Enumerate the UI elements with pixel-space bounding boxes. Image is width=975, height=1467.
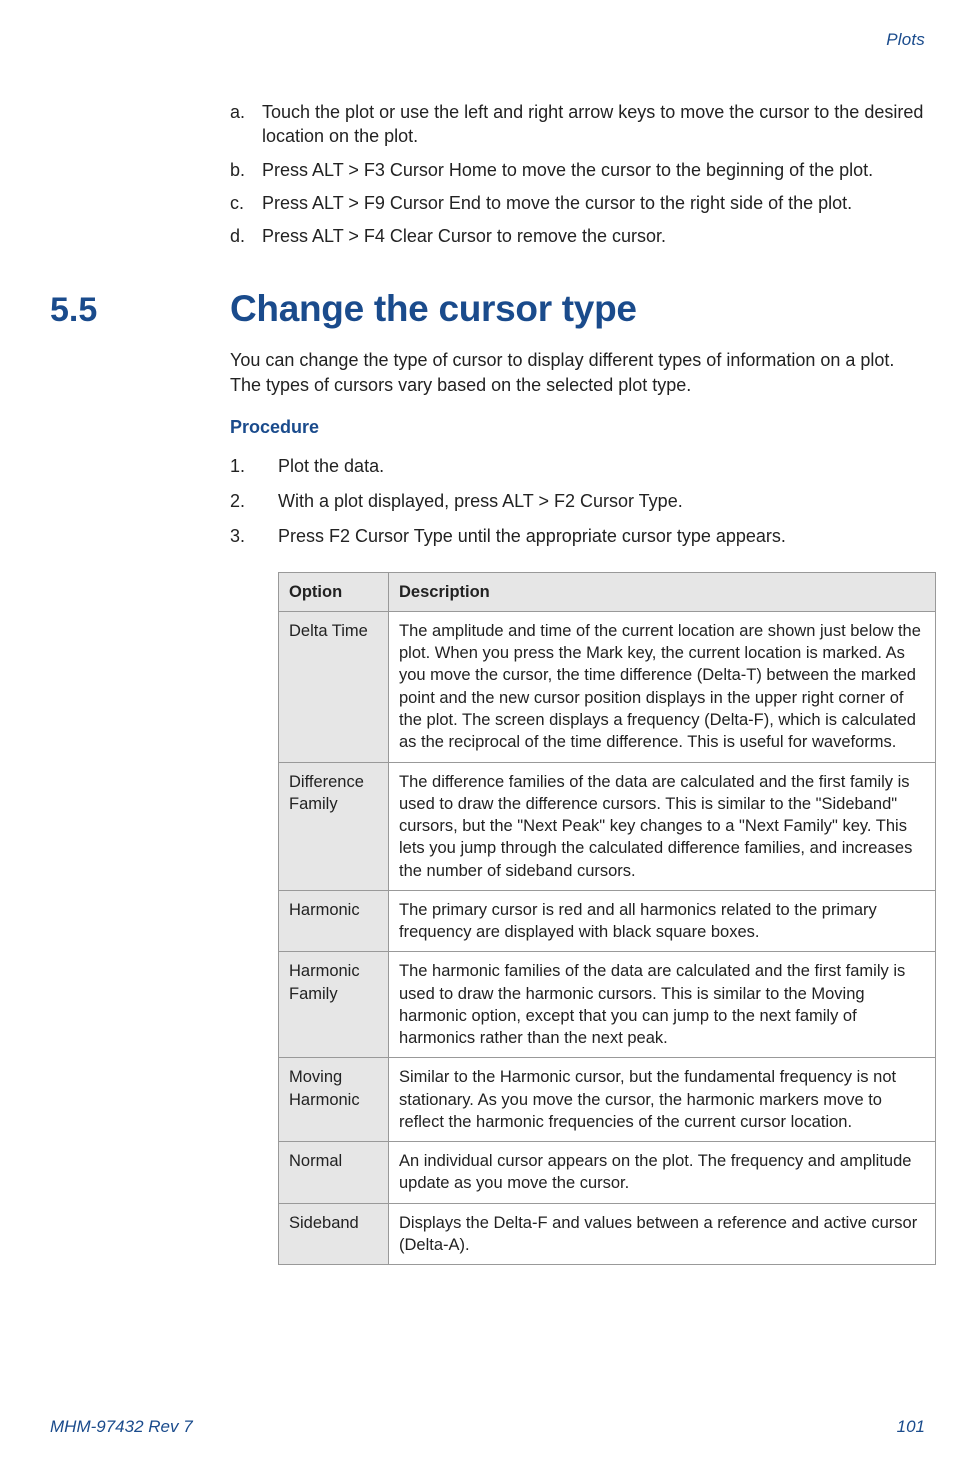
table-header-row: Option Description [279,572,936,611]
cell-description: The primary cursor is red and all harmon… [389,890,936,952]
procedure-list: 1. Plot the data. 2. With a plot display… [230,454,925,550]
procedure-step: 3. Press F2 Cursor Type until the approp… [230,524,925,549]
running-header: Plots [50,30,925,50]
text: Press ALT > [262,226,364,246]
list-marker: 2. [230,489,278,514]
cell-option: Moving Harmonic [279,1058,389,1142]
cell-description: The harmonic families of the data are ca… [389,952,936,1058]
table-row: Sideband Displays the Delta-F and values… [279,1203,936,1265]
ui-label: F3 Cursor Home [364,160,497,180]
list-marker: 3. [230,524,278,549]
procedure-step: 2. With a plot displayed, press ALT > F2… [230,489,925,514]
list-body: Press ALT > F4 Clear Cursor to remove th… [262,224,925,248]
options-table: Option Description Delta Time The amplit… [278,572,936,1266]
cell-description: An individual cursor appears on the plot… [389,1142,936,1204]
ui-label: F2 Cursor Type [554,491,678,511]
list-marker: d. [230,224,262,248]
cell-option: Normal [279,1142,389,1204]
th-description: Description [389,572,936,611]
ui-label: F9 Cursor End [364,193,481,213]
text: to remove the cursor. [492,226,666,246]
sublist-item: b. Press ALT > F3 Cursor Home to move th… [230,158,925,182]
text: Press ALT > [262,193,364,213]
ui-label: F4 Clear Cursor [364,226,492,246]
list-marker: 1. [230,454,278,479]
text: . [678,491,683,511]
alpha-sublist: a. Touch the plot or use the left and ri… [230,100,925,248]
sublist-item: c. Press ALT > F9 Cursor End to move the… [230,191,925,215]
cell-option: Delta Time [279,611,389,762]
cell-option: Sideband [279,1203,389,1265]
footer-page-number: 101 [897,1417,925,1437]
cell-description: Displays the Delta-F and values between … [389,1203,936,1265]
table-row: Harmonic The primary cursor is red and a… [279,890,936,952]
procedure-label: Procedure [230,417,925,438]
section-number: 5.5 [50,291,230,330]
table-row: Normal An individual cursor appears on t… [279,1142,936,1204]
cell-description: The difference families of the data are … [389,762,936,890]
list-marker: c. [230,191,262,215]
sublist-item: d. Press ALT > F4 Clear Cursor to remove… [230,224,925,248]
list-body: Press ALT > F9 Cursor End to move the cu… [262,191,925,215]
ui-label: F2 Cursor Type [329,526,453,546]
table-row: Harmonic Family The harmonic families of… [279,952,936,1058]
page: Plots a. Touch the plot or use the left … [0,0,975,1467]
table-row: Difference Family The difference familie… [279,762,936,890]
procedure-step: 1. Plot the data. [230,454,925,479]
text: to move the cursor to the right side of … [481,193,852,213]
content-area: a. Touch the plot or use the left and ri… [50,100,925,1265]
list-body: With a plot displayed, press ALT > F2 Cu… [278,489,925,514]
cell-option: Difference Family [279,762,389,890]
list-body: Plot the data. [278,454,925,479]
text: Press [278,526,329,546]
text: to move the cursor to the beginning of t… [497,160,873,180]
table-row: Delta Time The amplitude and time of the… [279,611,936,762]
table-row: Moving Harmonic Similar to the Harmonic … [279,1058,936,1142]
section-heading: 5.5 Change the cursor type [230,288,925,330]
section-intro: You can change the type of cursor to dis… [230,348,925,397]
cell-description: Similar to the Harmonic cursor, but the … [389,1058,936,1142]
cell-description: The amplitude and time of the current lo… [389,611,936,762]
footer-doc-id: MHM-97432 Rev 7 [50,1417,193,1437]
cell-option: Harmonic Family [279,952,389,1058]
list-marker: b. [230,158,262,182]
list-body: Press ALT > F3 Cursor Home to move the c… [262,158,925,182]
text: until the appropriate cursor type appear… [453,526,786,546]
cell-option: Harmonic [279,890,389,952]
th-option: Option [279,572,389,611]
section-title: Change the cursor type [230,288,637,330]
text: Press ALT > [262,160,364,180]
page-footer: MHM-97432 Rev 7 101 [50,1417,925,1437]
list-body: Touch the plot or use the left and right… [262,100,925,149]
sublist-item: a. Touch the plot or use the left and ri… [230,100,925,149]
list-body: Press F2 Cursor Type until the appropria… [278,524,925,549]
list-marker: a. [230,100,262,149]
text: With a plot displayed, press ALT > [278,491,554,511]
